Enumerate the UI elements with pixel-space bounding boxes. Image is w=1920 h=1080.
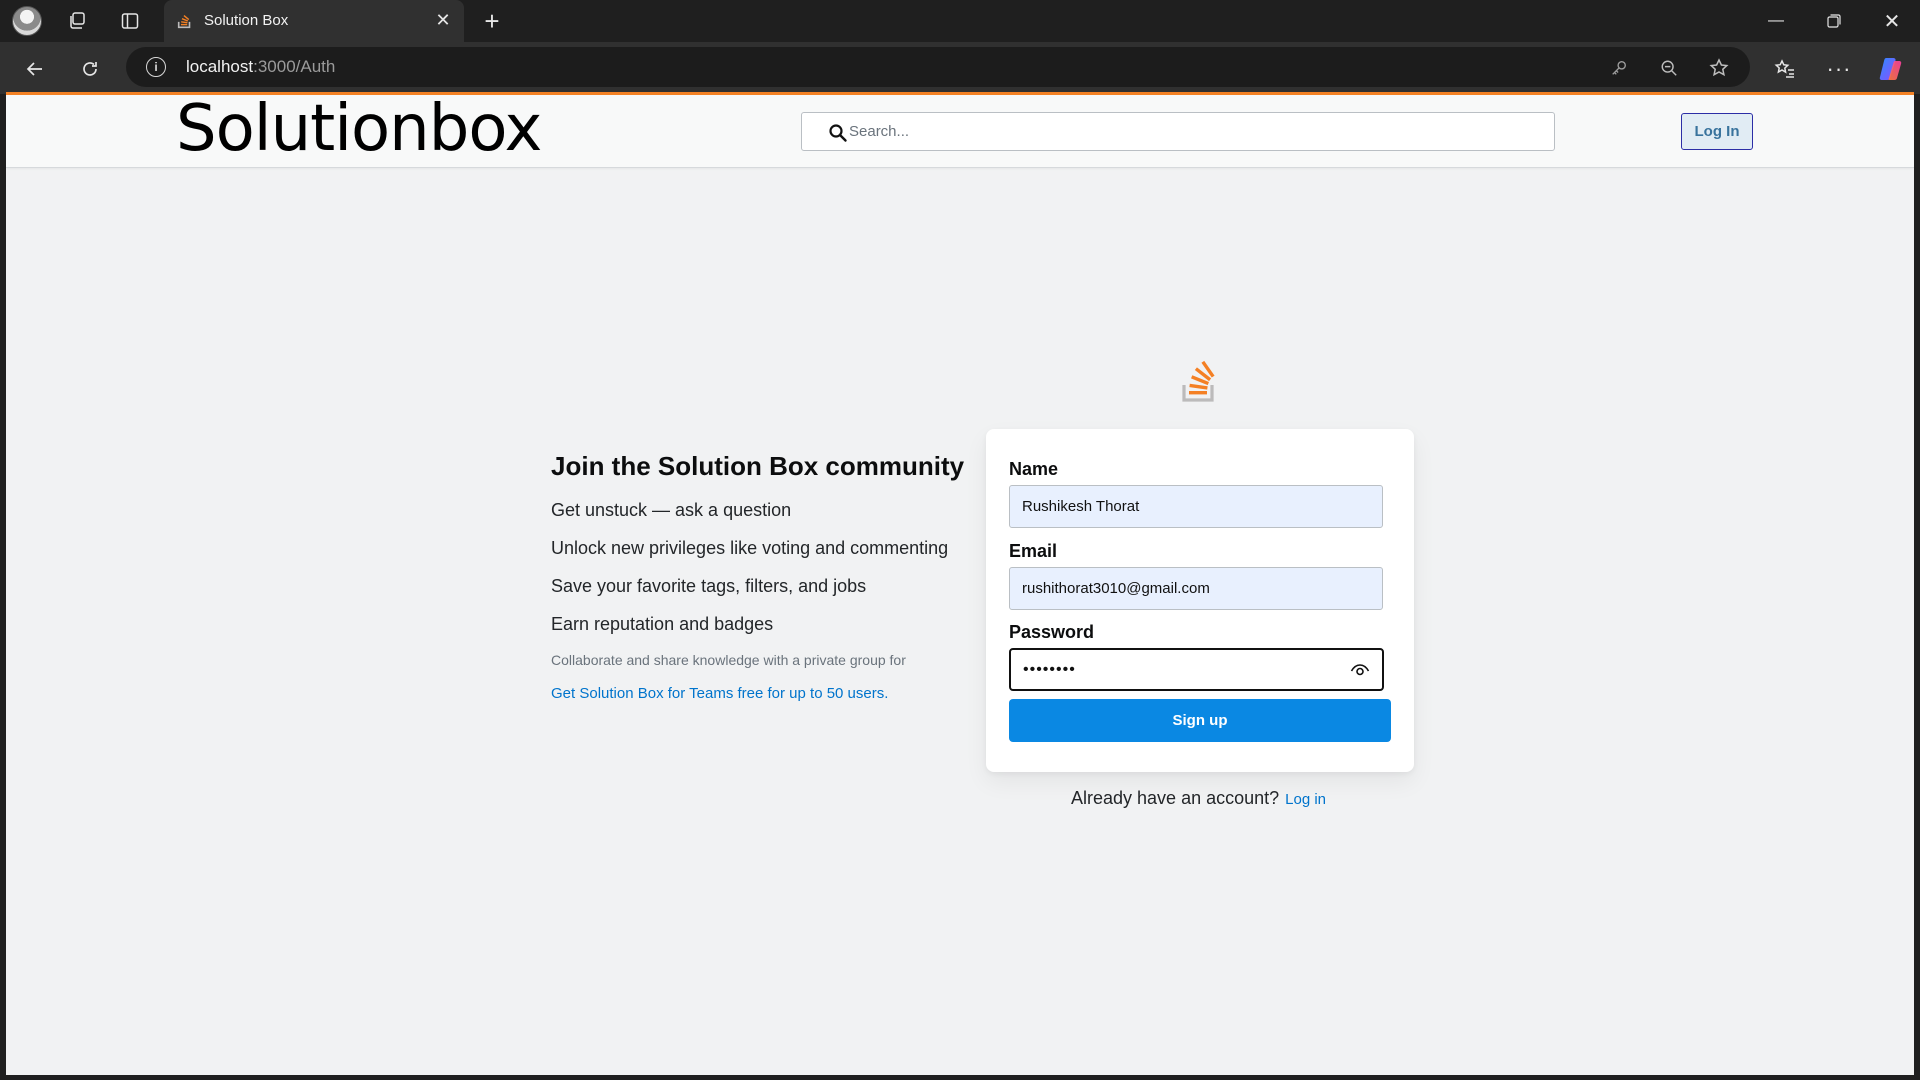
profile-avatar[interactable] bbox=[12, 6, 42, 36]
site-header: Solutionbox Log In bbox=[6, 95, 1914, 168]
already-text: Already have an account? bbox=[1071, 788, 1280, 808]
favorites-list-icon[interactable] bbox=[1770, 54, 1800, 84]
omnibox[interactable]: i localhost:3000/Auth bbox=[126, 47, 1750, 87]
already-have-account: Already have an account? Log in bbox=[1071, 788, 1326, 809]
perk-item: Earn reputation and badges bbox=[551, 614, 774, 634]
url-text[interactable]: localhost:3000/Auth bbox=[186, 57, 335, 77]
signup-form: Name Rushikesh Thorat Email rushithorat3… bbox=[986, 429, 1414, 772]
address-bar-row: i localhost:3000/Auth ··· bbox=[0, 42, 1920, 94]
collab-text: Collaborate and share knowledge with a p… bbox=[551, 652, 906, 668]
close-icon[interactable]: ✕ bbox=[1864, 0, 1920, 42]
browser-tab-bar: Solution Box ✕ + — ✕ bbox=[0, 0, 1920, 42]
email-field[interactable]: rushithorat3010@gmail.com bbox=[1009, 567, 1383, 610]
login-link[interactable]: Log in bbox=[1285, 791, 1326, 808]
header-login-button[interactable]: Log In bbox=[1681, 113, 1753, 150]
stackoverflow-logo-icon bbox=[1182, 360, 1215, 402]
url-host: localhost bbox=[186, 57, 254, 76]
search-icon bbox=[829, 124, 847, 142]
signup-intro: Join the Solution Box community Get unst… bbox=[551, 451, 981, 702]
name-field[interactable]: Rushikesh Thorat bbox=[1009, 485, 1383, 528]
new-tab-icon[interactable]: + bbox=[478, 6, 506, 36]
search-input[interactable] bbox=[849, 114, 1539, 149]
search-bar[interactable] bbox=[801, 112, 1555, 151]
favorite-star-icon[interactable] bbox=[1706, 55, 1732, 81]
site-info-icon[interactable]: i bbox=[146, 57, 166, 77]
password-field[interactable]: •••••••• bbox=[1009, 648, 1384, 691]
restore-icon[interactable] bbox=[1806, 0, 1862, 42]
signup-button[interactable]: Sign up bbox=[1009, 699, 1391, 742]
minimize-icon[interactable]: — bbox=[1748, 0, 1804, 42]
site-logo[interactable]: Solutionbox bbox=[176, 97, 542, 161]
reload-icon[interactable] bbox=[75, 54, 105, 84]
copilot-icon[interactable] bbox=[1876, 54, 1906, 84]
tab-title: Solution Box bbox=[204, 12, 289, 29]
url-path: :3000/Auth bbox=[253, 57, 336, 76]
tab-solution-box[interactable]: Solution Box ✕ bbox=[164, 0, 464, 42]
back-icon[interactable] bbox=[20, 54, 50, 84]
workspaces-icon[interactable] bbox=[64, 8, 90, 34]
web-page: Solutionbox Log In Join the Solution Box… bbox=[6, 95, 1914, 1075]
email-label: Email bbox=[1009, 541, 1058, 561]
password-label: Password bbox=[1009, 622, 1095, 642]
zoom-out-icon[interactable] bbox=[1656, 55, 1682, 81]
name-label: Name bbox=[1009, 459, 1059, 479]
password-value: •••••••• bbox=[1023, 660, 1076, 678]
password-key-icon[interactable] bbox=[1606, 55, 1632, 81]
show-password-eye-icon[interactable] bbox=[1350, 661, 1370, 679]
vertical-tabs-icon[interactable] bbox=[117, 8, 143, 34]
perk-item: Get unstuck — ask a question bbox=[551, 500, 792, 520]
perk-item: Unlock new privileges like voting and co… bbox=[551, 538, 949, 558]
tab-close-icon[interactable]: ✕ bbox=[432, 9, 454, 31]
perk-item: Save your favorite tags, filters, and jo… bbox=[551, 576, 867, 596]
more-options-icon[interactable]: ··· bbox=[1824, 54, 1854, 84]
stackoverflow-favicon-icon bbox=[177, 15, 191, 29]
intro-title: Join the Solution Box community bbox=[551, 451, 965, 481]
teams-link[interactable]: Get Solution Box for Teams free for up t… bbox=[551, 685, 981, 702]
